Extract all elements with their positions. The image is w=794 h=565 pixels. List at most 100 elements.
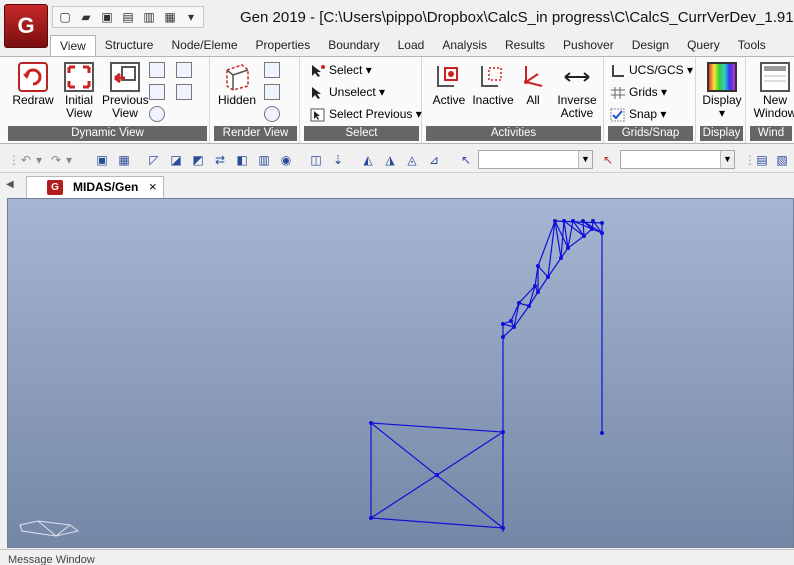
frame-members xyxy=(370,219,603,532)
ucs-axis-icon xyxy=(610,64,626,78)
tab-query[interactable]: Query xyxy=(678,35,729,57)
undo-icon[interactable]: ↶ xyxy=(18,152,34,168)
group-render-view: Hidden Render View xyxy=(212,57,300,143)
hidden-icon xyxy=(222,62,252,92)
tab-node-element[interactable]: Node/Eleme xyxy=(162,35,246,57)
activate-all-icon[interactable]: ◬ xyxy=(404,152,420,168)
zoom-window-icon[interactable] xyxy=(149,62,165,78)
tab-boundary[interactable]: Boundary xyxy=(319,35,388,57)
inactivate-icon[interactable]: ◮ xyxy=(382,152,398,168)
node-local-icon[interactable]: ▤ xyxy=(754,152,770,168)
tab-tools[interactable]: Tools xyxy=(729,35,775,57)
title-bar: G ▢ ▰ ▣ ▤ ▥ ▦ ▾ Gen 2019 - [C:\Users\pip… xyxy=(0,0,794,48)
lock-save-icon[interactable]: ▣ xyxy=(98,8,116,26)
redo-icon[interactable]: ↷ xyxy=(48,152,64,168)
camera-icon[interactable] xyxy=(176,84,192,100)
open-folder-icon[interactable]: ▰ xyxy=(77,8,95,26)
unselect-button[interactable]: Unselect ▾ xyxy=(310,82,385,102)
select-intersect-icon[interactable]: ⇄ xyxy=(212,152,228,168)
element-local-icon[interactable]: ▧ xyxy=(774,152,790,168)
new-file-icon[interactable]: ▢ xyxy=(56,8,74,26)
message-window-label: Message Window xyxy=(8,554,95,565)
inverse-arrow-icon xyxy=(562,62,592,92)
grids-button[interactable]: Grids ▾ xyxy=(610,82,667,102)
tab-results[interactable]: Results xyxy=(496,35,554,57)
all-button[interactable]: All xyxy=(510,59,556,107)
group-label-grids-snap: Grids/Snap xyxy=(608,126,693,141)
combo-dropdown-icon[interactable]: ▼ xyxy=(578,151,592,168)
initial-view-icon xyxy=(64,62,94,92)
grid-icon xyxy=(610,86,626,100)
scroll-left-icon[interactable]: ◀ xyxy=(6,179,14,190)
document-tab-strip: ◀ G MIDAS/Gen × xyxy=(0,174,794,198)
zoom-fit-icon[interactable] xyxy=(176,62,192,78)
select-window-icon[interactable]: ◪ xyxy=(168,152,184,168)
tab-load[interactable]: Load xyxy=(389,35,434,57)
tab-design[interactable]: Design xyxy=(623,35,678,57)
print-icon[interactable]: ▥ xyxy=(140,8,158,26)
pan-hand-icon[interactable] xyxy=(149,106,165,122)
select-plane-icon[interactable]: ◧ xyxy=(234,152,250,168)
structure-model[interactable] xyxy=(8,199,794,549)
ucs-gcs-button[interactable]: UCS/GCS ▾ xyxy=(610,60,693,80)
app-logo-icon[interactable]: G xyxy=(4,4,48,48)
group-label-window: Wind xyxy=(750,126,792,141)
customize-qat-icon[interactable]: ▾ xyxy=(182,8,200,26)
combo-dropdown-icon-2[interactable]: ▼ xyxy=(720,151,734,168)
undo-dropdown-icon[interactable]: ▾ xyxy=(34,152,44,168)
select-all-icon[interactable]: ◉ xyxy=(278,152,294,168)
select-button[interactable]: Select ▾ xyxy=(310,60,372,80)
shrink-view-icon[interactable] xyxy=(264,62,280,78)
select-by-property-icon[interactable]: ↖ xyxy=(600,152,616,168)
hidden-button[interactable]: Hidden xyxy=(214,59,260,107)
snap-button[interactable]: Snap ▾ xyxy=(610,104,666,124)
inverse-active-button[interactable]: Inverse Active xyxy=(554,59,600,120)
previous-view-button[interactable]: Previous View xyxy=(102,59,149,120)
zoom-dynamic-icon[interactable] xyxy=(149,84,165,100)
initial-view-button[interactable]: Initial View xyxy=(56,59,102,120)
window-title: Gen 2019 - [C:\Users\pippo\Dropbox\CalcS… xyxy=(240,9,794,26)
select-identity-icon[interactable]: ↖ xyxy=(458,152,474,168)
redraw-button[interactable]: Redraw xyxy=(10,59,56,107)
print-preview-icon[interactable]: ▦ xyxy=(161,8,179,26)
redraw-icon xyxy=(18,62,48,92)
close-icon[interactable]: × xyxy=(149,179,157,194)
render-globe-icon[interactable] xyxy=(264,106,280,122)
activate-icon[interactable]: ◭ xyxy=(360,152,376,168)
tab-view[interactable]: View xyxy=(50,35,96,57)
group-activities: Active Inactive All Inverse Active Activ… xyxy=(424,57,604,143)
select-previous-icon xyxy=(310,108,326,122)
group-label-select: Select xyxy=(304,126,419,141)
tab-midas-gen[interactable]: G MIDAS/Gen × xyxy=(26,176,164,198)
ribbon: Redraw Initial View Previous View Dynami… xyxy=(0,56,794,144)
element-number-icon[interactable]: ▦ xyxy=(116,152,132,168)
unselect-window-icon[interactable]: ◫ xyxy=(308,152,324,168)
unselect-all-icon[interactable]: ⇣ xyxy=(330,152,346,168)
select-polygon-icon[interactable]: ◩ xyxy=(190,152,206,168)
save-icon[interactable]: ▤ xyxy=(119,8,137,26)
active-icon xyxy=(434,62,464,92)
light-icon[interactable] xyxy=(264,84,280,100)
new-window-button[interactable]: New Window xyxy=(752,59,794,120)
select-single-icon[interactable]: ◸ xyxy=(146,152,162,168)
node-number-icon[interactable]: ▣ xyxy=(94,152,110,168)
select-previous-button[interactable]: Select Previous ▾ xyxy=(310,104,422,124)
tab-structure[interactable]: Structure xyxy=(96,35,163,57)
tab-properties[interactable]: Properties xyxy=(247,35,320,57)
view-orientation-icon xyxy=(19,520,80,537)
tab-analysis[interactable]: Analysis xyxy=(433,35,496,57)
previous-view-icon xyxy=(110,62,140,92)
model-viewport[interactable] xyxy=(7,198,794,548)
select-identity-combo[interactable]: ▼ xyxy=(478,150,593,169)
select-property-combo[interactable]: ▼ xyxy=(620,150,735,169)
unselect-arrow-icon xyxy=(310,86,326,100)
display-button[interactable]: Display ▾ xyxy=(699,59,745,120)
active-button[interactable]: Active xyxy=(426,59,472,107)
group-label-render-view: Render View xyxy=(214,126,297,141)
redo-dropdown-icon[interactable]: ▾ xyxy=(64,152,74,168)
select-volume-icon[interactable]: ▥ xyxy=(256,152,272,168)
ribbon-tabs: View Structure Node/Eleme Properties Bou… xyxy=(50,35,794,57)
message-window[interactable]: Message Window xyxy=(0,549,794,565)
inverse-activate-icon[interactable]: ⊿ xyxy=(426,152,442,168)
tab-pushover[interactable]: Pushover xyxy=(554,35,623,57)
